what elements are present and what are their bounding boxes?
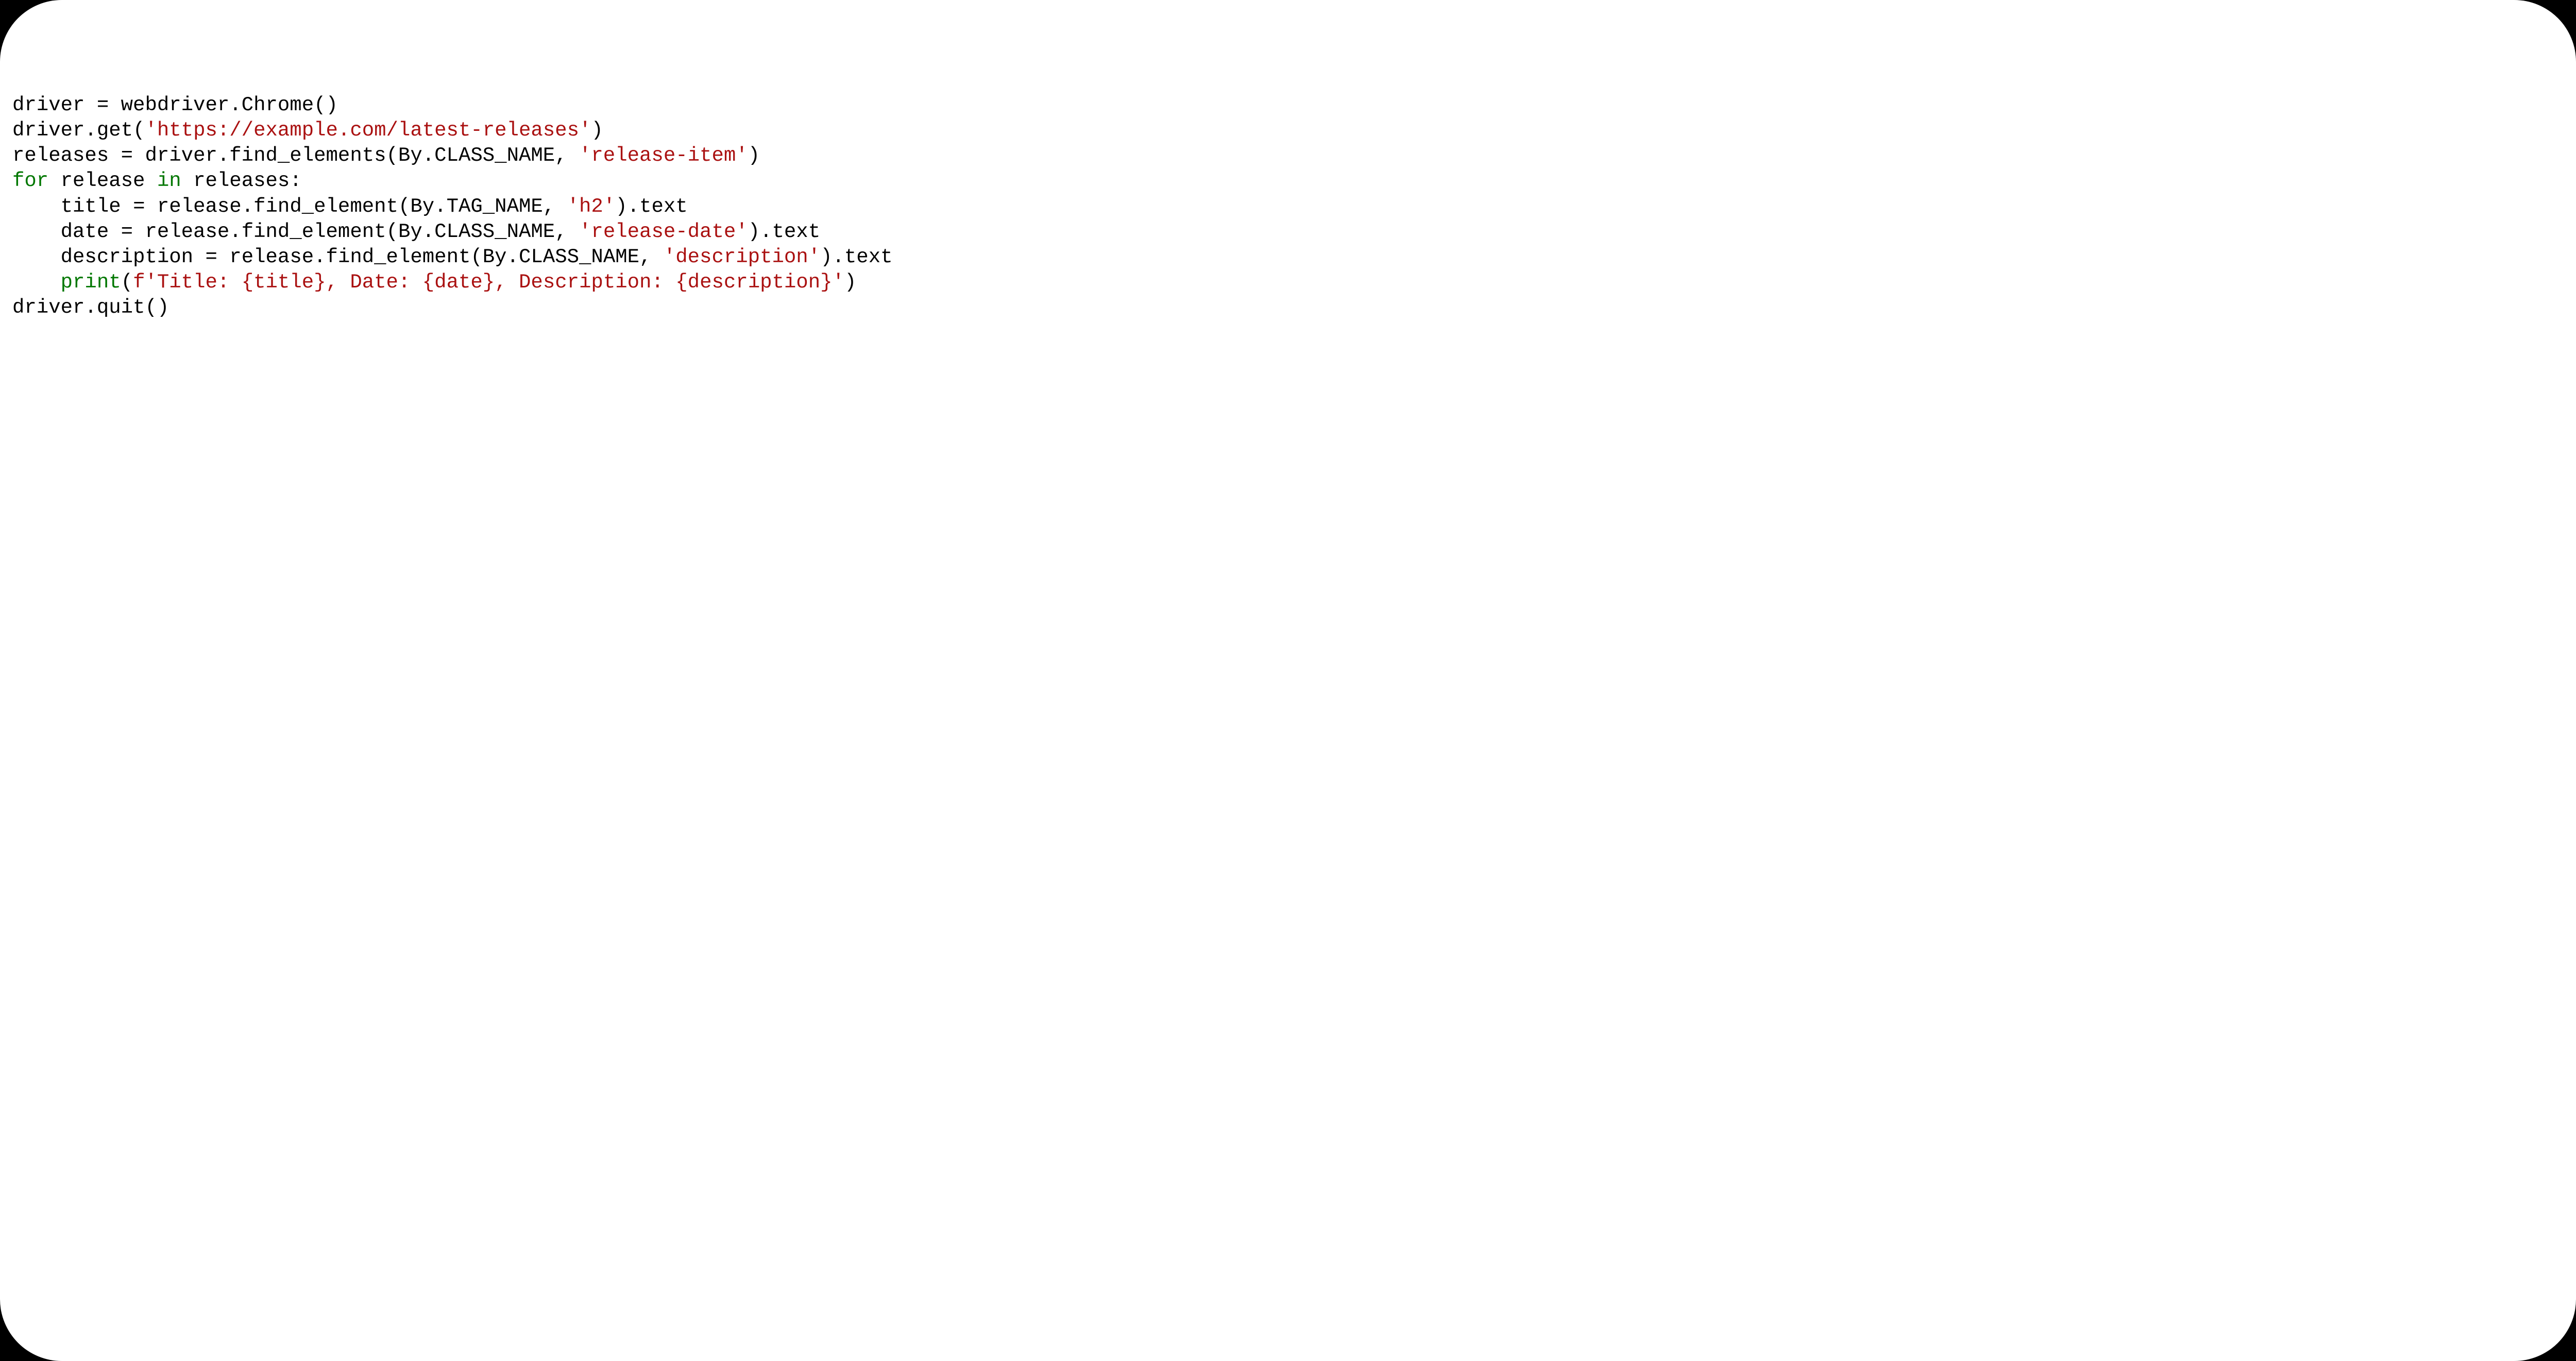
code-token: 'description' (664, 246, 820, 268)
code-line: title = release.find_element(By.TAG_NAME… (12, 195, 688, 218)
code-token: ).text (615, 195, 687, 218)
code-token: release.find_element(By.CLASS_NAME, (217, 246, 664, 268)
indent (12, 195, 61, 218)
code-token: = (97, 94, 109, 116)
code-token: , Description: (495, 271, 675, 294)
code-token: 'h2' (567, 195, 616, 218)
code-token: ).text (820, 246, 892, 268)
code-card: driver = webdriver.Chrome() driver.get('… (0, 0, 2576, 1361)
code-token: ) (748, 144, 760, 167)
code-token: release (48, 169, 157, 192)
code-token: print (61, 271, 121, 294)
code-token: in (157, 169, 181, 192)
code-token: = (121, 144, 133, 167)
code-token: 'release-item' (579, 144, 748, 167)
code-token: driver.get( (12, 119, 145, 142)
code-token: releases (12, 144, 121, 167)
code-token: 'https://example.com/latest-releases' (145, 119, 591, 142)
code-token: {title} (242, 271, 326, 294)
code-token: {date} (422, 271, 495, 294)
code-line: releases = driver.find_elements(By.CLASS… (12, 144, 760, 167)
code-token: = (133, 195, 145, 218)
indent (12, 271, 61, 294)
code-token: driver.quit() (12, 296, 169, 319)
code-token: ' (833, 271, 844, 294)
indent (12, 246, 61, 268)
code-block: driver = webdriver.Chrome() driver.get('… (12, 93, 2576, 320)
code-token: for (12, 169, 48, 192)
code-token: ( (121, 271, 133, 294)
code-token: release.find_element(By.TAG_NAME, (145, 195, 567, 218)
code-token: ) (591, 119, 603, 142)
indent (12, 220, 61, 243)
code-token: title (61, 195, 133, 218)
code-token: = (205, 246, 217, 268)
code-token: f'Title: (133, 271, 242, 294)
code-token: release.find_element(By.CLASS_NAME, (133, 220, 579, 243)
code-token: = (121, 220, 133, 243)
code-line: print(f'Title: {title}, Date: {date}, De… (12, 271, 856, 294)
code-line: driver = webdriver.Chrome() (12, 94, 338, 116)
code-token: {description} (675, 271, 832, 294)
code-token: , Date: (326, 271, 422, 294)
code-token: webdriver.Chrome() (109, 94, 338, 116)
code-line: driver.get('https://example.com/latest-r… (12, 119, 603, 142)
code-token: date (61, 220, 121, 243)
code-line: description = release.find_element(By.CL… (12, 246, 893, 268)
code-token: 'release-date' (579, 220, 748, 243)
code-line: for release in releases: (12, 169, 302, 192)
code-token: driver.find_elements(By.CLASS_NAME, (133, 144, 579, 167)
code-token: ) (844, 271, 856, 294)
code-token: driver (12, 94, 97, 116)
code-token: ).text (748, 220, 820, 243)
code-line: driver.quit() (12, 296, 169, 319)
code-token: releases: (181, 169, 302, 192)
code-line: date = release.find_element(By.CLASS_NAM… (12, 220, 820, 243)
code-token: description (61, 246, 206, 268)
